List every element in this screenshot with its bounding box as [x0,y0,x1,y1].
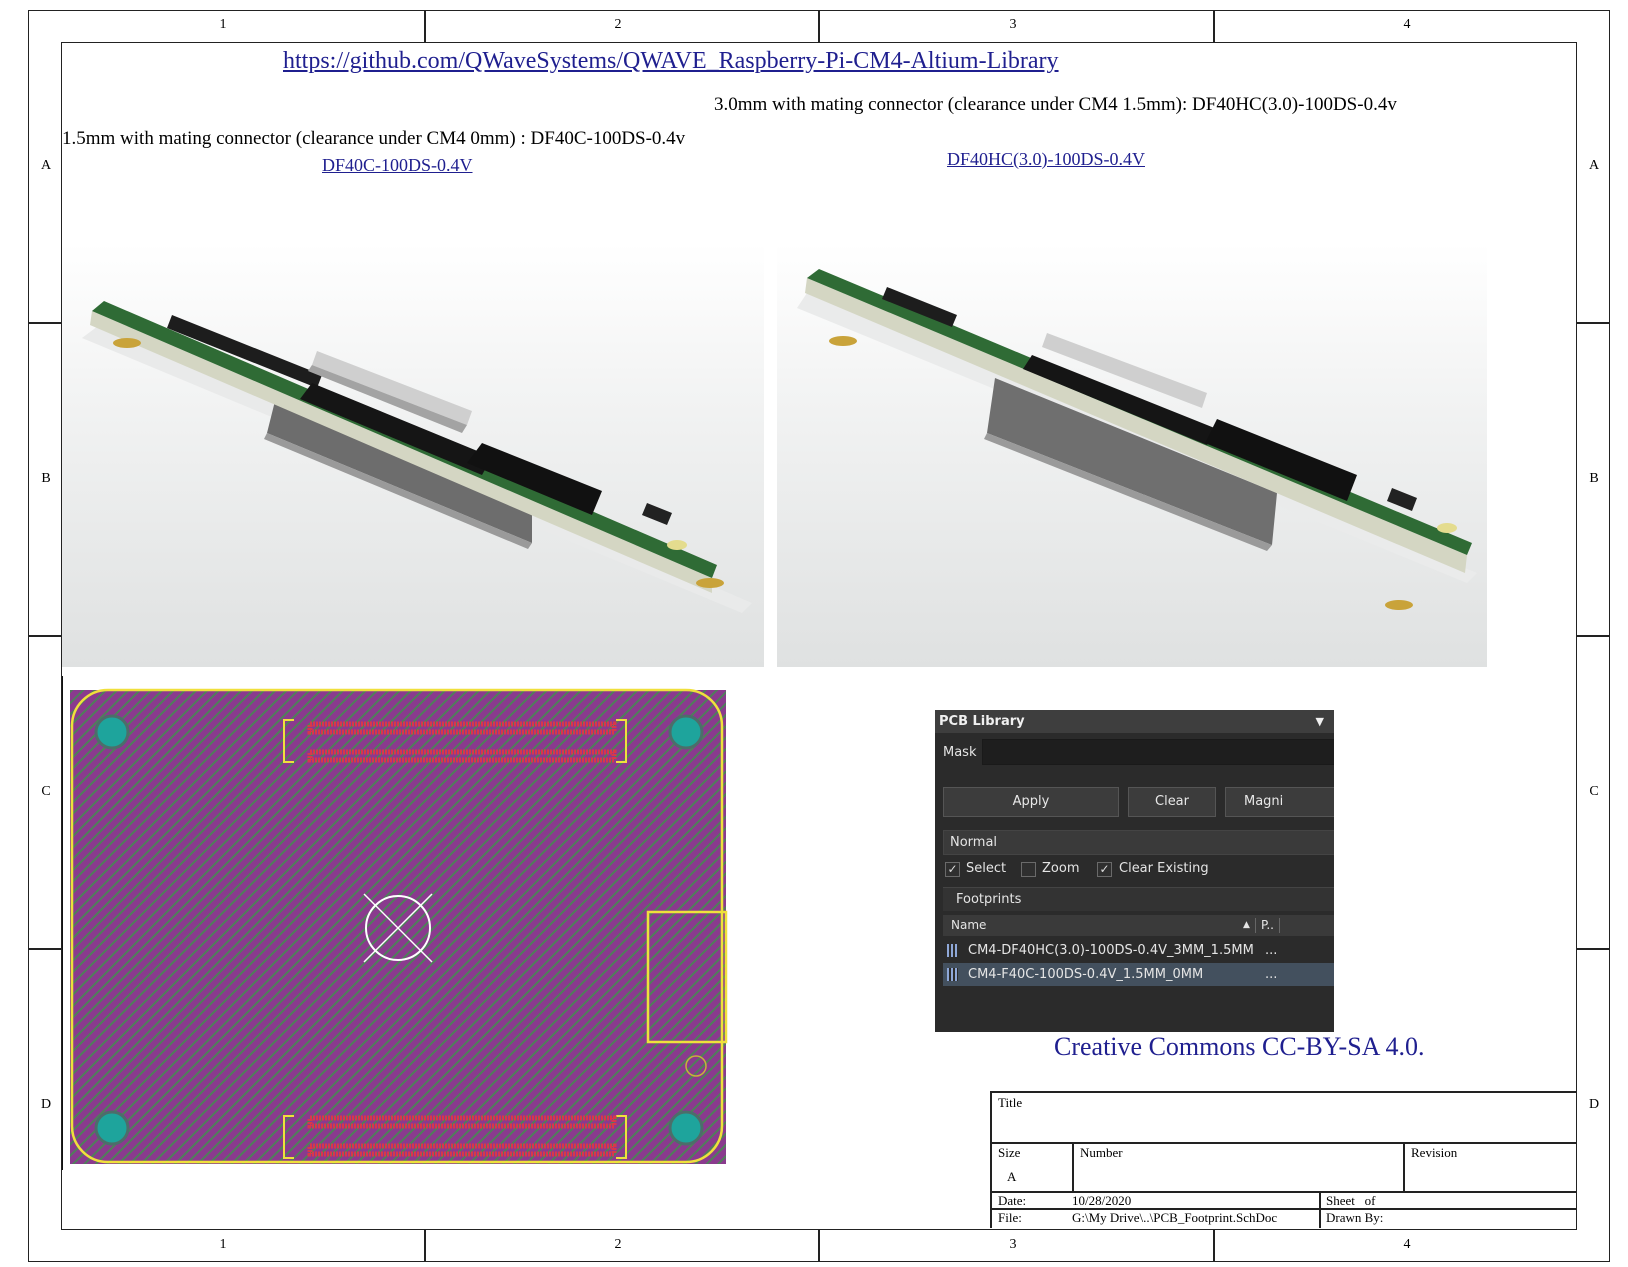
zone-divider [1577,635,1610,637]
clear-existing-checkbox-label: Clear Existing [1119,861,1209,876]
zone-divider [28,322,61,324]
render-1p5mm-connector [62,243,764,667]
mask-input[interactable] [982,739,1334,765]
footprint-name: CM4-F40C-100DS-0.4V_1.5MM_0MM [968,967,1204,982]
sheet-label: Sheet of [1326,1193,1376,1208]
number-label: Number [1080,1145,1123,1160]
zone-number: 3 [1009,1237,1017,1252]
file-value: G:\My Drive\..\PCB_Footprint.SchDoc [1072,1210,1278,1225]
zone-divider [424,10,426,42]
footprint-icon [947,944,958,957]
zone-number: 3 [1009,17,1017,32]
name-column-header[interactable]: Name [951,915,986,936]
zone-divider [1577,948,1610,950]
license-text: Creative Commons CC-BY-SA 4.0. [1054,1032,1425,1061]
zone-letter: B [41,471,51,486]
zone-letter: D [40,1097,52,1112]
footprint-name: CM4-DF40HC(3.0)-100DS-0.4V_3MM_1.5MM [968,943,1254,958]
magnify-button[interactable]: Magni [1225,787,1334,817]
panel-menu-chevron-icon[interactable]: ▼ [1316,710,1324,733]
render-3mm-connector [777,243,1487,667]
zone-number: 4 [1403,1237,1411,1252]
zone-letter: A [40,158,52,173]
footprint-pads: ... [1265,943,1278,958]
size-label: Size [998,1145,1021,1160]
mask-label: Mask [943,745,977,760]
footprint-icon [947,968,958,981]
pcb-footprint-image [61,676,728,1170]
zone-letter: C [41,784,51,799]
zone-divider [424,1230,426,1262]
board-3d-image [82,301,752,613]
zone-divider [818,1230,820,1262]
apply-button[interactable]: Apply [943,787,1119,817]
zone-divider [1577,322,1610,324]
date-label: Date: [998,1193,1027,1208]
clear-existing-checkbox[interactable]: ✓ [1097,862,1112,877]
zone-number: 2 [614,17,622,32]
title-block: Title Size A Number Revision Date: 10/28… [990,1091,1577,1228]
zoom-checkbox-label: Zoom [1042,861,1080,876]
pcb-footprint-view [61,676,732,1170]
footprint-row-selected[interactable]: CM4-F40C-100DS-0.4V_1.5MM_0MM ... [943,963,1334,986]
zone-number: 1 [219,1237,227,1252]
link-df40c[interactable]: DF40C-100DS-0.4V [322,155,473,176]
sort-ascending-icon[interactable]: ▲ [1243,915,1250,936]
revision-label: Revision [1411,1145,1458,1160]
zone-letter: A [1588,158,1600,173]
panel-title-text: PCB Library [939,714,1025,729]
repo-link[interactable]: https://github.com/QWaveSystems/QWAVE_Ra… [283,48,1059,75]
zone-divider [28,635,61,637]
drawn-by-label: Drawn By: [1326,1210,1384,1225]
board-3d-image [797,269,1477,610]
zone-letter: C [1589,784,1599,799]
zone-number: 1 [219,17,227,32]
zone-divider [1213,1230,1215,1262]
footprints-column-header: Name ▲ P.. [943,915,1334,936]
zoom-checkbox[interactable] [1021,862,1036,877]
panel-title: PCB Library ▼ [935,710,1334,733]
title-label: Title [998,1095,1023,1110]
pcb-library-panel: PCB Library ▼ Mask Apply Clear Magni Nor… [935,710,1334,1032]
pads-column-header[interactable]: P.. [1261,915,1274,936]
column-divider [1255,918,1256,933]
date-value: 10/28/2020 [1072,1193,1132,1208]
zone-number: 4 [1403,17,1411,32]
zone-divider [818,10,820,42]
zone-divider [28,948,61,950]
column-divider [1279,918,1280,933]
footprints-section-header[interactable]: Footprints [943,887,1334,911]
zone-divider [1213,10,1215,42]
footprint-pads: ... [1265,967,1278,982]
link-df40hc[interactable]: DF40HC(3.0)-100DS-0.4V [947,149,1145,170]
note-1p5mm-connector: 1.5mm with mating connector (clearance u… [62,128,686,149]
select-checkbox-label: Select [966,861,1007,876]
file-label: File: [998,1210,1022,1225]
zone-letter: D [1588,1097,1600,1112]
zone-number: 2 [614,1237,622,1252]
clear-button[interactable]: Clear [1128,787,1216,817]
mode-select[interactable]: Normal [943,830,1334,855]
select-checkbox[interactable]: ✓ [945,862,960,877]
size-value: A [1007,1169,1017,1184]
footprint-row[interactable]: CM4-DF40HC(3.0)-100DS-0.4V_3MM_1.5MM ... [943,939,1334,962]
note-3mm-connector: 3.0mm with mating connector (clearance u… [714,94,1397,115]
zone-letter: B [1589,471,1599,486]
